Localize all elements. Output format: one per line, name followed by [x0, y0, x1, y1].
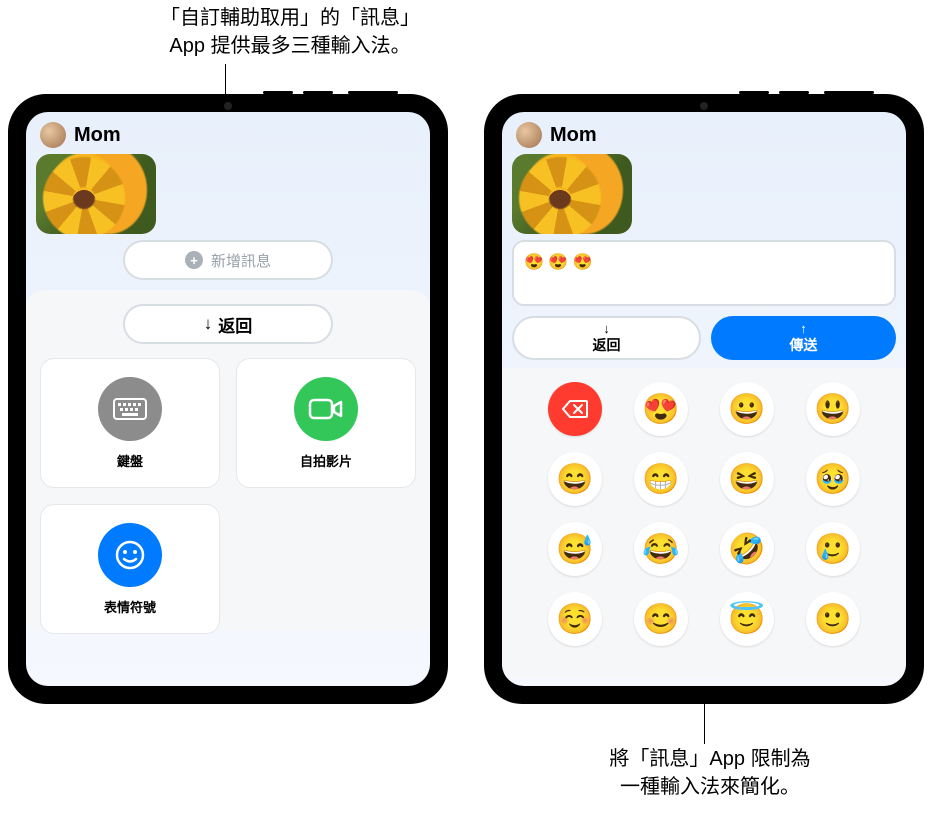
emoji-key[interactable]: 😃 [806, 382, 860, 436]
emoji-key[interactable]: 😂 [634, 522, 688, 576]
message-input[interactable]: 😍 😍 😍 [512, 240, 896, 306]
volume-button-indicator [779, 91, 809, 94]
action-row: ↓ 返回 ↑ 傳送 [502, 316, 906, 368]
emoji-key[interactable]: 😄 [548, 452, 602, 506]
ipad-right: Mom 😍 😍 😍 ↓ 返回 ↑ 傳送 😍 [484, 94, 924, 704]
emoji-key[interactable]: 😊 [634, 592, 688, 646]
header: Mom [26, 112, 430, 154]
contact-name: Mom [550, 124, 597, 147]
emoji-icon [98, 523, 162, 587]
emoji-key[interactable]: 🙂 [806, 592, 860, 646]
new-message-label: 新增訊息 [211, 250, 271, 271]
send-label: 傳送 [790, 335, 818, 355]
screen-left: Mom + 新增訊息 ↓ 返回 [26, 112, 430, 686]
up-arrow-icon: ↑ [800, 322, 807, 335]
emoji-key[interactable]: 😀 [720, 382, 774, 436]
back-button[interactable]: ↓ 返回 [123, 304, 333, 344]
down-arrow-icon: ↓ [603, 322, 610, 335]
power-button-indicator [348, 91, 398, 94]
emoji-key[interactable]: 🥹 [806, 452, 860, 506]
volume-button-indicator [303, 91, 333, 94]
power-button-indicator [824, 91, 874, 94]
video-icon [294, 377, 358, 441]
tile-keyboard[interactable]: 鍵盤 [40, 358, 220, 488]
contact-avatar[interactable] [40, 122, 66, 148]
back-button[interactable]: ↓ 返回 [512, 316, 701, 360]
emoji-key[interactable]: 🥲 [806, 522, 860, 576]
tile-emoji[interactable]: 表情符號 [40, 504, 220, 634]
contact-avatar[interactable] [516, 122, 542, 148]
emoji-key[interactable]: 😁 [634, 452, 688, 506]
callout-line-bottom [704, 704, 705, 744]
emoji-key[interactable]: ☺️ [548, 592, 602, 646]
plus-icon: + [185, 251, 203, 269]
send-button[interactable]: ↑ 傳送 [711, 316, 896, 360]
emoji-key[interactable]: 😇 [720, 592, 774, 646]
received-photo-message[interactable] [36, 154, 156, 234]
caption-top: 「自訂輔助取用」的「訊息」 App 提供最多三種輸入法。 [120, 4, 460, 60]
tile-keyboard-label: 鍵盤 [117, 451, 143, 470]
back-label: 返回 [218, 312, 252, 337]
contact-name: Mom [74, 124, 121, 147]
ipad-left: Mom + 新增訊息 ↓ 返回 [8, 94, 448, 704]
emoji-key[interactable]: 😅 [548, 522, 602, 576]
down-arrow-icon: ↓ [204, 314, 213, 334]
screen-right: Mom 😍 😍 😍 ↓ 返回 ↑ 傳送 😍 [502, 112, 906, 686]
emoji-key[interactable]: 😆 [720, 452, 774, 506]
emoji-keyboard: 😍 😀 😃 😄 😁 😆 🥹 😅 😂 🤣 🥲 ☺️ 😊 😇 🙂 [502, 368, 906, 678]
input-method-tiles: 鍵盤 自拍影片 [40, 358, 416, 634]
volume-button-indicator [263, 91, 293, 94]
message-input-value: 😍 😍 😍 [524, 254, 593, 271]
keyboard-icon [98, 377, 162, 441]
tile-video[interactable]: 自拍影片 [236, 358, 416, 488]
volume-button-indicator [739, 91, 769, 94]
emoji-key[interactable]: 🤣 [720, 522, 774, 576]
new-message-button[interactable]: + 新增訊息 [123, 240, 333, 280]
back-label: 返回 [593, 335, 621, 355]
caption-bottom: 將「訊息」App 限制為 一種輸入法來簡化。 [540, 745, 880, 801]
header: Mom [502, 112, 906, 154]
input-panel: ↓ 返回 鍵盤 [26, 290, 430, 630]
tile-video-label: 自拍影片 [300, 451, 352, 470]
tile-emoji-label: 表情符號 [104, 597, 156, 616]
camera-indicator [224, 102, 232, 110]
delete-key[interactable] [548, 382, 602, 436]
received-photo-message[interactable] [512, 154, 632, 234]
emoji-key[interactable]: 😍 [634, 382, 688, 436]
camera-indicator [700, 102, 708, 110]
